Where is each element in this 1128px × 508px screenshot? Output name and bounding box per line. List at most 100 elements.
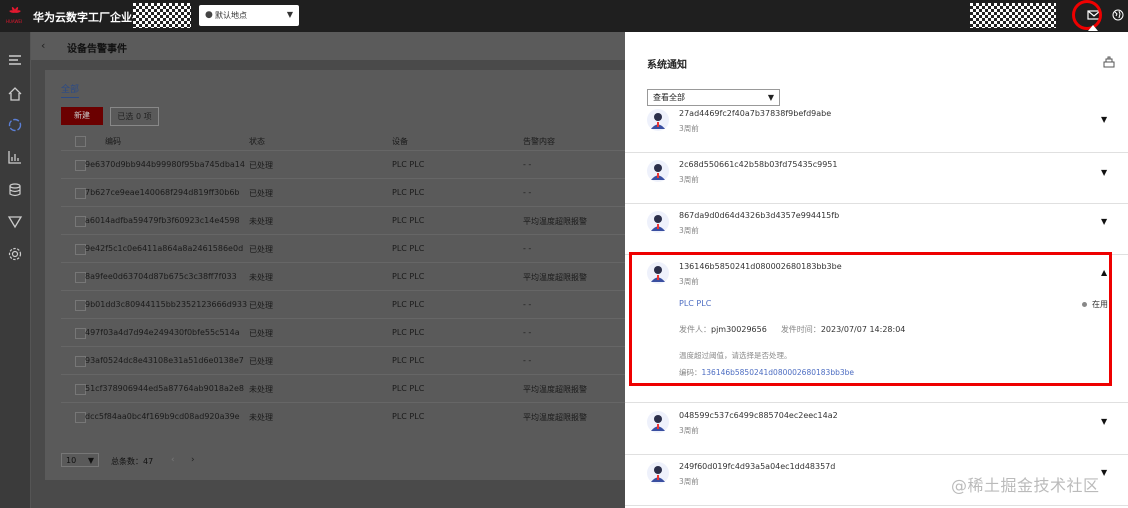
table-row[interactable]: 8a9fee0d63704d87b675c3c38ff7f033 未处理 PLC P… <box>61 262 625 291</box>
menu-icon[interactable] <box>7 52 23 68</box>
avatar <box>647 462 669 484</box>
cell-device: PLC PLC <box>392 328 425 337</box>
cell-code: 7b627ce9eae140068f294d819ff30b6b <box>85 188 240 197</box>
avatar <box>647 109 669 131</box>
cell-content: 平均温度超限报警 <box>523 413 587 422</box>
page-size-value: 10 <box>66 456 77 465</box>
cell-status: 已处理 <box>249 301 273 310</box>
notification-id: 249f60d019fc4d93a5a04ec1dd48357d <box>679 462 836 471</box>
table-row[interactable]: 497f03a4d7d94e249430f0bfe55c514a 已处理 PLC P… <box>61 318 625 347</box>
cell-code: 9b01dd3c80944115bb2352123666d933 <box>85 300 248 309</box>
alarm-table-card: 全部 新建 已选 0 项 编码 状态 设备 告警内容 9e6370d9bb944… <box>45 70 625 480</box>
cell-content: - - <box>523 160 532 169</box>
cell-status: 未处理 <box>249 217 273 226</box>
notification-item[interactable]: 867da9d0d64d4326b3d4357e994415fb 3周前 ▼ <box>625 203 1128 255</box>
highlight-box <box>629 252 1112 386</box>
panel-title: 系统通知 <box>647 60 687 71</box>
cell-code: a6014adfba59479fb3f60923c14e4598 <box>85 216 240 225</box>
funnel-icon[interactable] <box>7 214 23 230</box>
table-row[interactable]: 9e42f5c1c0e6411a864a8a2461586e0d 已处理 PLC P… <box>61 234 625 263</box>
chevron-down-icon[interactable]: ▼ <box>1101 115 1107 124</box>
cell-content: 平均温度超限报警 <box>523 217 587 226</box>
cell-device: PLC PLC <box>392 188 425 197</box>
cell-status: 已处理 <box>249 357 273 366</box>
notification-time: 3周前 <box>679 124 699 133</box>
column-header: 设备 <box>392 137 408 146</box>
cell-status: 已处理 <box>249 245 273 254</box>
notification-time: 3周前 <box>679 175 699 184</box>
database-icon[interactable] <box>7 182 23 198</box>
cell-device: PLC PLC <box>392 300 425 309</box>
cell-content: - - <box>523 356 532 365</box>
column-header: 状态 <box>249 137 265 146</box>
bar-chart-icon[interactable] <box>7 149 23 165</box>
table-row[interactable]: a6014adfba59479fb3f60923c14e4598 未处理 PLC P… <box>61 206 625 235</box>
new-button[interactable]: 新建 <box>61 107 103 125</box>
page-title: 设备告警事件 <box>67 44 127 55</box>
huawei-logo-petals <box>9 6 21 13</box>
cell-status: 已处理 <box>249 189 273 198</box>
watermark: @稀土掘金技术社区 <box>951 476 1100 495</box>
location-select[interactable]: ● 默认地点 ▼ <box>199 5 299 26</box>
redacted-user-block <box>970 3 1056 28</box>
cell-content: - - <box>523 300 532 309</box>
cell-code: 51cf378906944ed5a87764ab9018a2e8 <box>85 384 244 393</box>
home-icon[interactable] <box>7 86 23 102</box>
chevron-down-icon[interactable]: ▼ <box>1101 168 1107 177</box>
location-value: 默认地点 <box>215 11 247 20</box>
column-header: 告警内容 <box>523 137 555 146</box>
table-row[interactable]: 93af0524dc8e43108e31a51d6e0138e7 已处理 PLC P… <box>61 346 625 375</box>
cell-status: 未处理 <box>249 385 273 394</box>
notification-id: 048599c537c6499c885704ec2eec14a2 <box>679 411 838 420</box>
chevron-down-icon: ▼ <box>767 93 774 102</box>
refresh-cycle-icon[interactable] <box>7 117 23 133</box>
notification-time: 3周前 <box>679 477 699 486</box>
table-row[interactable]: 51cf378906944ed5a87764ab9018a2e8 未处理 PLC P… <box>61 374 625 403</box>
mark-read-icon[interactable] <box>1103 56 1115 68</box>
notification-filter-select[interactable]: 查看全部 ▼ <box>647 89 780 106</box>
brand-word: HUAWEI <box>6 19 23 24</box>
globe-icon[interactable] <box>1112 9 1124 21</box>
cell-code: 9e42f5c1c0e6411a864a8a2461586e0d <box>85 244 244 253</box>
next-page-button[interactable]: › <box>191 455 195 465</box>
cell-device: PLC PLC <box>392 412 425 421</box>
cell-device: PLC PLC <box>392 272 425 281</box>
avatar <box>647 211 669 233</box>
prev-page-button[interactable]: ‹ <box>171 455 175 465</box>
main-content: ‹ 设备告警事件 全部 新建 已选 0 项 编码 状态 设备 告警内容 9e63… <box>31 32 625 508</box>
select-all-checkbox[interactable] <box>75 136 86 147</box>
back-button[interactable]: ‹ <box>41 39 45 52</box>
page-size-select[interactable]: 10 ▼ <box>61 453 99 467</box>
breadcrumb: ‹ 设备告警事件 <box>31 32 625 60</box>
pagination: 10 ▼ 总条数：47 ‹ › <box>61 453 621 471</box>
column-header: 编码 <box>105 137 121 146</box>
cell-code: 93af0524dc8e43108e31a51d6e0138e7 <box>85 356 244 365</box>
chevron-down-icon[interactable]: ▼ <box>1101 468 1107 477</box>
cell-status: 已处理 <box>249 329 273 338</box>
sidebar <box>0 32 31 508</box>
table-row[interactable]: 9e6370d9bb944b99980f95ba745dba14 已处理 PLC P… <box>61 150 625 179</box>
notification-time: 3周前 <box>679 426 699 435</box>
cell-status: 未处理 <box>249 273 273 282</box>
cell-device: PLC PLC <box>392 216 425 225</box>
chevron-down-icon[interactable]: ▼ <box>1101 217 1107 226</box>
tab-all[interactable]: 全部 <box>61 82 80 98</box>
gear-icon[interactable] <box>7 246 23 262</box>
cell-status: 未处理 <box>249 413 273 422</box>
table-row[interactable]: dcc5f84aa0bc4f169b9cd08ad920a39e 未处理 PLC P… <box>61 402 625 431</box>
cell-code: dcc5f84aa0bc4f169b9cd08ad920a39e <box>85 412 240 421</box>
notification-item[interactable]: 048599c537c6499c885704ec2eec14a2 3周前 ▼ <box>625 403 1128 455</box>
cell-content: - - <box>523 328 532 337</box>
cell-code: 9e6370d9bb944b99980f95ba745dba14 <box>85 160 245 169</box>
notification-id: 2c68d550661c42b58b03fd75435c9951 <box>679 160 838 169</box>
notification-item[interactable]: 2c68d550661c42b58b03fd75435c9951 3周前 ▼ <box>625 152 1128 204</box>
cell-device: PLC PLC <box>392 384 425 393</box>
table-row[interactable]: 7b627ce9eae140068f294d819ff30b6b 已处理 PLC P… <box>61 178 625 207</box>
panel-pointer <box>1088 25 1098 31</box>
notification-item[interactable]: 27ad4469fc2f40a7b37838f9befd9abe 3周前 ▼ <box>625 101 1128 153</box>
notification-id: 27ad4469fc2f40a7b37838f9befd9abe <box>679 109 832 118</box>
chevron-down-icon[interactable]: ▼ <box>1101 417 1107 426</box>
cell-device: PLC PLC <box>392 160 425 169</box>
table-row[interactable]: 9b01dd3c80944115bb2352123666d933 已处理 PLC P… <box>61 290 625 319</box>
cell-device: PLC PLC <box>392 244 425 253</box>
